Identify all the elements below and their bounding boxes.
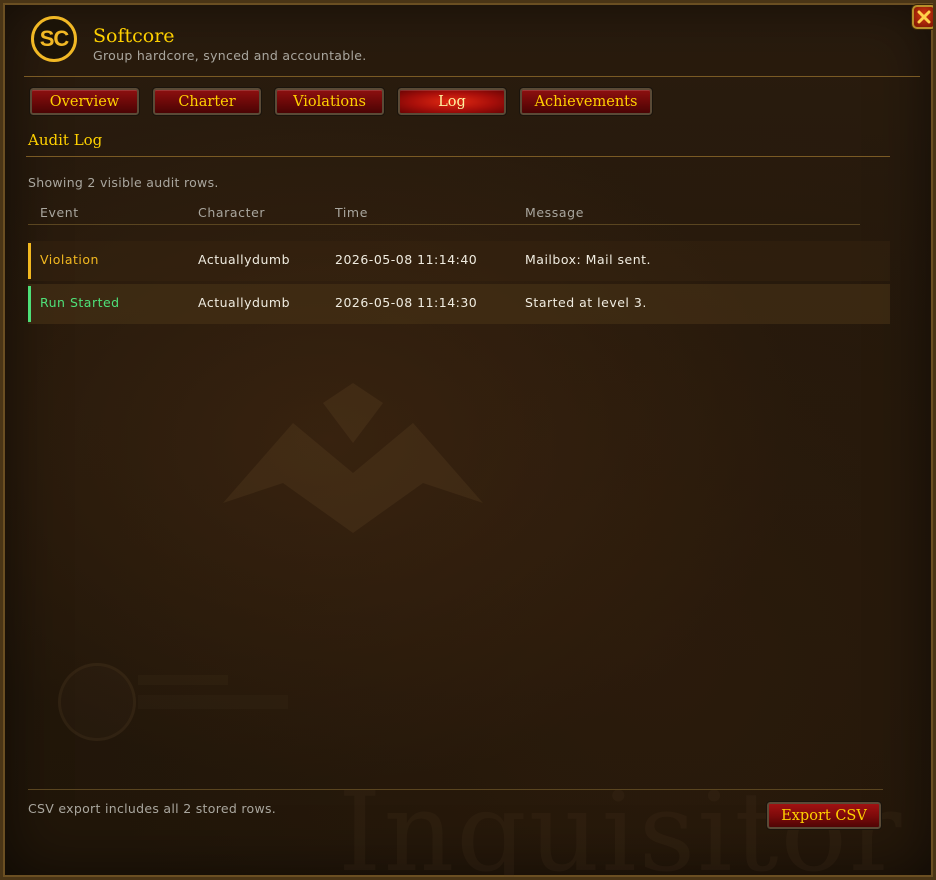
footer-divider (28, 789, 883, 790)
background-emblem (223, 383, 483, 533)
app-subtitle: Group hardcore, synced and accountable. (93, 48, 367, 63)
tab-log[interactable]: Log (397, 87, 507, 116)
event-color-bar (28, 243, 31, 279)
row-event: Violation (40, 252, 99, 267)
row-message: Started at level 3. (525, 295, 647, 310)
header-divider (24, 76, 920, 77)
column-header-message[interactable]: Message (525, 205, 584, 220)
app-logo-text: SC (39, 26, 70, 51)
export-csv-button[interactable]: Export CSV (766, 801, 882, 830)
app-title: Softcore (93, 25, 175, 47)
tab-overview[interactable]: Overview (29, 87, 140, 116)
close-icon (917, 10, 931, 24)
softcore-window: Inquisitor SC Softcore Group hardcore, s… (0, 0, 936, 880)
event-color-bar (28, 286, 31, 322)
row-message: Mailbox: Mail sent. (525, 252, 652, 267)
row-event: Run Started (40, 295, 120, 310)
close-button[interactable] (912, 5, 933, 29)
row-time: 2026-05-08 11:14:40 (335, 252, 478, 267)
background-portrait (58, 663, 136, 741)
column-header-time[interactable]: Time (335, 205, 368, 220)
app-logo: SC (31, 16, 77, 62)
row-character: Actuallydumb (198, 252, 290, 267)
section-divider (26, 156, 890, 157)
tab-violations[interactable]: Violations (274, 87, 385, 116)
section-title: Audit Log (28, 131, 103, 149)
column-header-event[interactable]: Event (40, 205, 79, 220)
row-time: 2026-05-08 11:14:30 (335, 295, 478, 310)
table-row[interactable]: Violation Actuallydumb 2026-05-08 11:14:… (28, 241, 890, 281)
table-row[interactable]: Run Started Actuallydumb 2026-05-08 11:1… (28, 284, 890, 324)
background-portrait-name (138, 675, 228, 685)
tab-achievements[interactable]: Achievements (519, 87, 653, 116)
background-portrait-info (138, 695, 288, 709)
column-header-character[interactable]: Character (198, 205, 265, 220)
row-character: Actuallydumb (198, 295, 290, 310)
column-header-divider (28, 224, 860, 225)
visible-rows-status: Showing 2 visible audit rows. (28, 175, 219, 190)
export-note: CSV export includes all 2 stored rows. (28, 801, 277, 816)
tab-charter[interactable]: Charter (152, 87, 262, 116)
